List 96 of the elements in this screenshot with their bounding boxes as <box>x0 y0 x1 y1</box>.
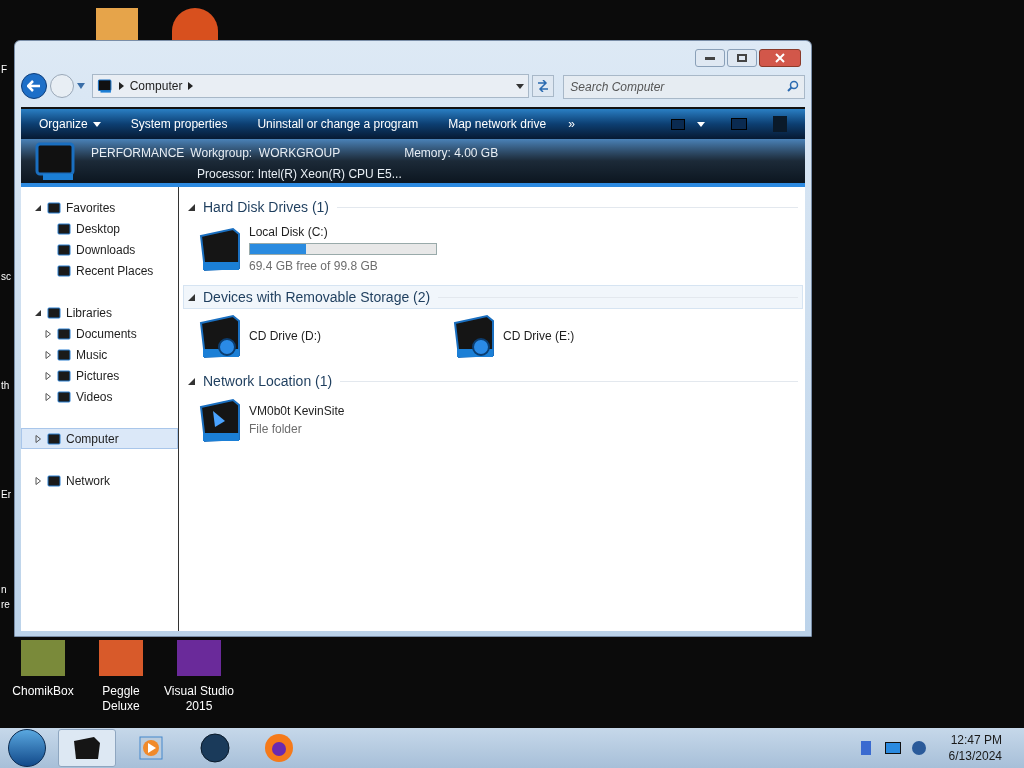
expanded-arrow-icon <box>188 203 195 211</box>
folder-icon <box>57 368 71 383</box>
collapsed-arrow-icon[interactable] <box>34 476 42 485</box>
nav-item[interactable]: Recent Places <box>21 260 178 281</box>
desktop-icon[interactable] <box>172 8 218 40</box>
desktop-icon-label: ChomikBox <box>11 684 75 699</box>
computer-name: PERFORMANCE <box>91 145 185 162</box>
view-icon[interactable] <box>671 118 685 130</box>
search-icon <box>787 80 799 92</box>
drive-item[interactable]: CD Drive (E:) <box>451 313 705 359</box>
folder-icon <box>57 347 71 362</box>
nav-item[interactable]: Music <box>21 344 178 365</box>
nav-item[interactable]: Documents <box>21 323 178 344</box>
minimize-button[interactable] <box>695 49 725 67</box>
toolbar-button[interactable]: System properties <box>130 115 228 133</box>
desktop-icon-label: sc <box>1 270 11 284</box>
folder-icon <box>47 473 61 488</box>
drive-item[interactable]: Local Disk (C:) 69.4 GB free of 99.8 GB <box>197 223 451 275</box>
nav-item[interactable]: Downloads <box>21 239 178 260</box>
breadcrumb[interactable]: Computer <box>129 77 183 95</box>
chevron-icon <box>188 82 194 90</box>
close-button[interactable] <box>759 49 801 67</box>
speaker-icon[interactable] <box>910 740 927 756</box>
computer-icon <box>96 78 113 94</box>
memory-text: Memory: 4.00 GB <box>404 145 499 162</box>
drive-item[interactable]: CD Drive (D:) <box>197 313 451 359</box>
group-header[interactable]: Hard Disk Drives (1) <box>183 195 803 219</box>
back-button[interactable] <box>21 73 47 99</box>
workgroup-text: Workgroup: WORKGROUP <box>190 145 341 162</box>
folder-icon <box>47 431 61 446</box>
folder-icon <box>57 326 71 341</box>
item-name: CD Drive (D:) <box>249 328 321 345</box>
expanded-arrow-icon <box>188 293 195 301</box>
folder-icon <box>72 735 102 761</box>
browser-icon <box>264 733 294 763</box>
collapsed-arrow-icon[interactable] <box>44 329 52 338</box>
group-header[interactable]: Network Location (1) <box>183 369 803 393</box>
folder-icon <box>57 242 71 257</box>
nav-item[interactable]: Videos <box>21 386 178 407</box>
desktop-icon-label: Peggle Deluxe <box>101 684 141 714</box>
group-header[interactable]: Devices with Removable Storage (2) <box>183 285 803 309</box>
close-icon <box>775 53 785 63</box>
desktop-icon-label: th <box>1 379 11 393</box>
search-field[interactable]: Search Computer <box>563 75 805 99</box>
left-arrow-icon <box>26 80 41 92</box>
collapsed-arrow-icon[interactable] <box>44 392 52 401</box>
clock[interactable]: 12:47 PM 6/13/2024 <box>948 732 1002 764</box>
desktop-icon-label: Er <box>1 488 11 502</box>
toolbar-button[interactable]: Organize <box>39 115 101 133</box>
nav-item[interactable]: Pictures <box>21 365 178 386</box>
item-info: 69.4 GB free of 99.8 GB <box>249 258 379 275</box>
folder-icon <box>47 305 61 320</box>
folder-icon <box>47 200 61 215</box>
item-name: VM0b0t KevinSite <box>249 403 345 420</box>
folder-icon <box>57 389 71 404</box>
item-name: CD Drive (E:) <box>503 328 575 345</box>
network-folder-icon <box>197 397 243 443</box>
desktop-icon-label: re <box>1 598 11 612</box>
expanded-arrow-icon[interactable] <box>34 308 42 317</box>
play-icon <box>139 736 163 760</box>
collapsed-arrow-icon[interactable] <box>44 371 52 380</box>
collapsed-arrow-icon[interactable] <box>34 434 42 443</box>
collapsed-arrow-icon[interactable] <box>44 350 52 359</box>
drive-item[interactable]: VM0b0t KevinSite File folder <box>197 397 451 443</box>
refresh-button[interactable] <box>532 75 555 97</box>
hard-drive-icon <box>197 226 243 272</box>
nav-item[interactable]: Desktop <box>21 218 178 239</box>
desktop-icon-label: Visual Studio 2015 <box>163 684 235 714</box>
folder-icon <box>57 221 71 236</box>
folder-icon <box>57 263 71 278</box>
nav-item[interactable]: Computer <box>21 428 178 449</box>
processor-text: Processor: Intel(R) Xeon(R) CPU E5... <box>197 166 403 183</box>
nav-item[interactable]: Network <box>21 470 178 491</box>
disc-drive-icon <box>197 313 243 359</box>
refresh-icon <box>536 80 551 92</box>
address-bar[interactable]: Computer <box>91 74 530 98</box>
globe-icon <box>200 733 230 763</box>
monitor-icon[interactable] <box>884 742 901 754</box>
desktop-icon-label: n <box>1 583 8 597</box>
caret-icon[interactable] <box>697 121 705 127</box>
desktop-icon-label: F <box>1 63 9 77</box>
expanded-arrow-icon[interactable] <box>34 203 42 212</box>
more-button[interactable]: » <box>568 115 575 133</box>
start-button[interactable] <box>8 729 46 767</box>
chevron-icon <box>118 82 124 90</box>
disc-drive-icon <box>451 313 497 359</box>
nav-item[interactable]: Favorites <box>21 197 178 218</box>
toolbar-button[interactable]: Map network drive <box>448 115 547 133</box>
caret-icon[interactable] <box>516 83 525 89</box>
taskbar-button[interactable] <box>58 729 116 767</box>
expanded-arrow-icon <box>188 377 195 385</box>
item-info: File folder <box>249 421 303 438</box>
nav-item[interactable]: Libraries <box>21 302 178 323</box>
item-name: Local Disk (C:) <box>249 224 329 241</box>
toolbar-button[interactable]: Uninstall or change a program <box>257 115 419 133</box>
maximize-button[interactable] <box>727 49 757 67</box>
